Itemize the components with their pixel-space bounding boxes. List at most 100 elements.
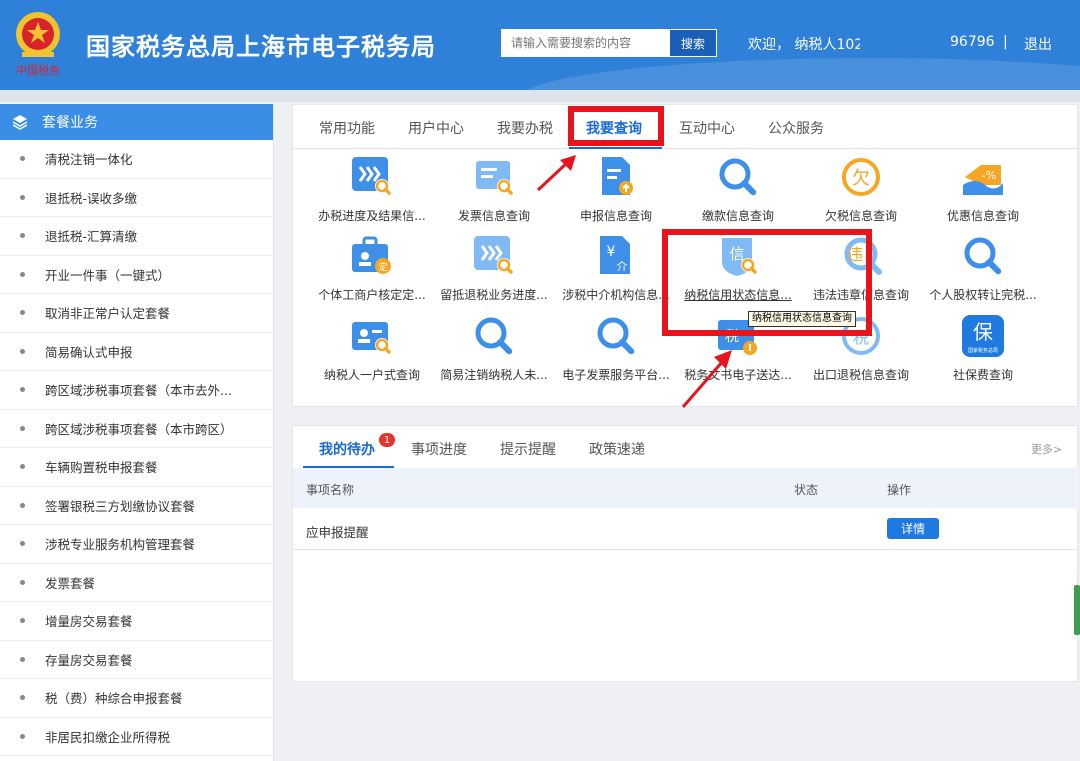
todo-table-header: 事项名称 状态 操作 (293, 468, 1079, 508)
function-tile[interactable]: 个人股权转让完税... (922, 234, 1044, 310)
function-tile[interactable]: 欠欠税信息查询 (800, 155, 922, 231)
icon-glyph: 违 (847, 245, 863, 264)
magnifier-icon (472, 314, 516, 358)
bullet-icon (20, 502, 25, 508)
side-widget-handle[interactable] (1074, 585, 1080, 635)
function-tile[interactable]: 定个体工商户核定定... (311, 234, 433, 310)
logout-link[interactable]: 退出 (1024, 34, 1052, 54)
sidebar-item[interactable]: 税（费）种综合申报套餐 (0, 679, 273, 718)
row-item-name: 应申报提醒 (306, 525, 369, 540)
tab-interaction-center[interactable]: 互动中心 (679, 118, 735, 138)
tab-item-progress[interactable]: 事项进度 (411, 439, 467, 459)
function-tabs: 常用功能 用户中心 我要办税 我要查询 互动中心 公众服务 (293, 105, 1079, 149)
function-tile[interactable]: 办税进度及结果信... (311, 155, 433, 231)
sidebar-item-label: 发票套餐 (45, 575, 96, 591)
tab-my-todo[interactable]: 我的待办 (319, 439, 375, 459)
function-tile[interactable]: 信纳税信用状态信息... (677, 234, 799, 310)
function-tile[interactable]: 保国家税务总局 社保费查询 (922, 314, 1044, 390)
function-tile[interactable]: 纳税人一户式查询 (311, 314, 433, 390)
taxpayer-id-suffix: 96796 (950, 34, 995, 50)
icon-glyph: 保 (973, 320, 993, 344)
icon-glyph: 定 (378, 261, 387, 273)
agency-icon: ¥ 介 (594, 234, 638, 278)
sidebar-item[interactable]: 车辆购置税申报套餐 (0, 448, 273, 487)
tab-common-functions[interactable]: 常用功能 (319, 118, 375, 138)
function-tile-label: 纳税信用状态信息... (684, 288, 792, 302)
todo-tabs: 我的待办 1 事项进度 提示提醒 政策速递 更多> (293, 426, 1079, 468)
sidebar-item-label: 车辆购置税申报套餐 (45, 460, 158, 476)
tab-tax-handling[interactable]: 我要办税 (497, 118, 553, 138)
function-tile-label: 申报信息查询 (579, 209, 652, 223)
bullet-icon (20, 194, 25, 200)
sidebar-item[interactable]: 开业一件事（一键式） (0, 256, 273, 294)
sidebar-item-label: 税（费）种综合申报套餐 (45, 691, 183, 707)
sidebar-item[interactable]: 取消非正常户认定套餐 (0, 294, 273, 333)
bullet-icon (20, 156, 25, 162)
sidebar-item-label: 增量房交易套餐 (45, 614, 133, 630)
sidebar-item[interactable]: 涉税专业服务机构管理套餐 (0, 525, 273, 564)
sidebar-item[interactable]: 简易确认式申报 (0, 333, 273, 371)
sidebar-item[interactable]: 清税注销一体化 (0, 140, 273, 179)
sidebar-item-label: 存量房交易套餐 (45, 652, 133, 668)
sidebar-item-label: 非居民扣缴企业所得税 (45, 729, 171, 745)
tab-query[interactable]: 我要查询 (586, 118, 642, 138)
bullet-icon (20, 541, 25, 547)
function-tile[interactable]: 简易注销纳税人未... (433, 314, 555, 390)
sidebar-header[interactable]: 套餐业务 (0, 104, 273, 140)
bullet-icon (20, 387, 25, 393)
icon-glyph: ¥ (607, 244, 616, 260)
sidebar-item-label: 取消非正常户认定套餐 (45, 306, 171, 322)
redacted-area (860, 28, 950, 56)
sidebar-item[interactable]: 非居民扣缴企业所得税 (0, 718, 273, 756)
sidebar-item[interactable]: 增量房交易套餐 (0, 602, 273, 641)
column-item-name: 事项名称 (306, 483, 355, 497)
sidebar-item[interactable]: 退抵税-误收多缴 (0, 179, 273, 217)
function-tile[interactable]: 违违法违章信息查询 (800, 234, 922, 310)
more-link[interactable]: 更多> (1031, 441, 1062, 457)
function-tile-label: 个体工商户核定定... (318, 288, 426, 302)
tab-public-service[interactable]: 公众服务 (768, 118, 824, 138)
function-tile[interactable]: 发票信息查询 (433, 155, 555, 231)
sidebar-list: 清税注销一体化 退抵税-误收多缴 退抵税-汇算清缴 开业一件事（一键式） 取消非正常户认… (0, 140, 273, 756)
sidebar-item[interactable]: 发票套餐 (0, 564, 273, 602)
sidebar-item[interactable]: 跨区域涉税事项套餐（本市跨区） (0, 410, 273, 448)
function-tile-label: 简易注销纳税人未... (440, 368, 548, 382)
bullet-icon (20, 425, 25, 431)
function-tile-label: 办税进度及结果信... (318, 209, 426, 223)
todo-panel: 我的待办 1 事项进度 提示提醒 政策速递 更多> 事项名称 状态 操作 应申报… (292, 425, 1079, 682)
bullet-icon (20, 656, 25, 662)
tab-policy-updates[interactable]: 政策速递 (589, 439, 645, 459)
function-tile-label: 出口退税信息查询 (812, 368, 909, 382)
sidebar-item[interactable]: 退抵税-汇算清缴 (0, 217, 273, 256)
sidebar-item[interactable]: 签署银税三方划缴协议套餐 (0, 487, 273, 525)
function-tile[interactable]: 留抵退税业务进度... (433, 234, 555, 310)
detail-button[interactable]: 详情 (887, 518, 939, 539)
function-tile-label: 社保费查询 (952, 368, 1013, 382)
active-tab-underline (569, 147, 662, 149)
sidebar: 套餐业务 清税注销一体化 退抵税-误收多缴 退抵税-汇算清缴 开业一件事（一键式） 取消… (0, 104, 274, 761)
header-bar: 中国税务 国家税务总局上海市电子税务局 搜索 欢迎， 纳税人102 96796 … (0, 0, 1080, 90)
credit-icon: 信 (716, 234, 760, 278)
tab-reminders[interactable]: 提示提醒 (500, 439, 556, 459)
search-button[interactable]: 搜索 (669, 29, 717, 57)
function-tile-label: 欠税信息查询 (824, 209, 897, 223)
business-icon: 定 (350, 234, 394, 278)
site-title: 国家税务总局上海市电子税务局 (86, 33, 436, 61)
tab-user-center[interactable]: 用户中心 (408, 118, 464, 138)
search-input[interactable] (501, 29, 669, 57)
bullet-icon (20, 271, 25, 277)
function-tile[interactable]: -% 优惠信息查询 (922, 155, 1044, 231)
discount-icon: -% (961, 155, 1005, 199)
function-tile[interactable]: 申报信息查询 (555, 155, 677, 231)
function-tile[interactable]: 缴款信息查询 (677, 155, 799, 231)
function-tile-label: 发票信息查询 (457, 209, 530, 223)
sidebar-item[interactable]: 跨区域涉税事项套餐（本市去外... (0, 371, 273, 410)
icon-glyph: -% (982, 169, 996, 182)
icon-glyph: 税 (853, 328, 869, 347)
magnifier-icon (961, 234, 1005, 278)
function-tile[interactable]: 电子发票服务平台... (555, 314, 677, 390)
magnifier-icon (594, 314, 638, 358)
function-tile[interactable]: ¥ 介涉税中介机构信息... (555, 234, 677, 310)
column-action: 操作 (887, 483, 912, 497)
sidebar-item[interactable]: 存量房交易套餐 (0, 641, 273, 679)
